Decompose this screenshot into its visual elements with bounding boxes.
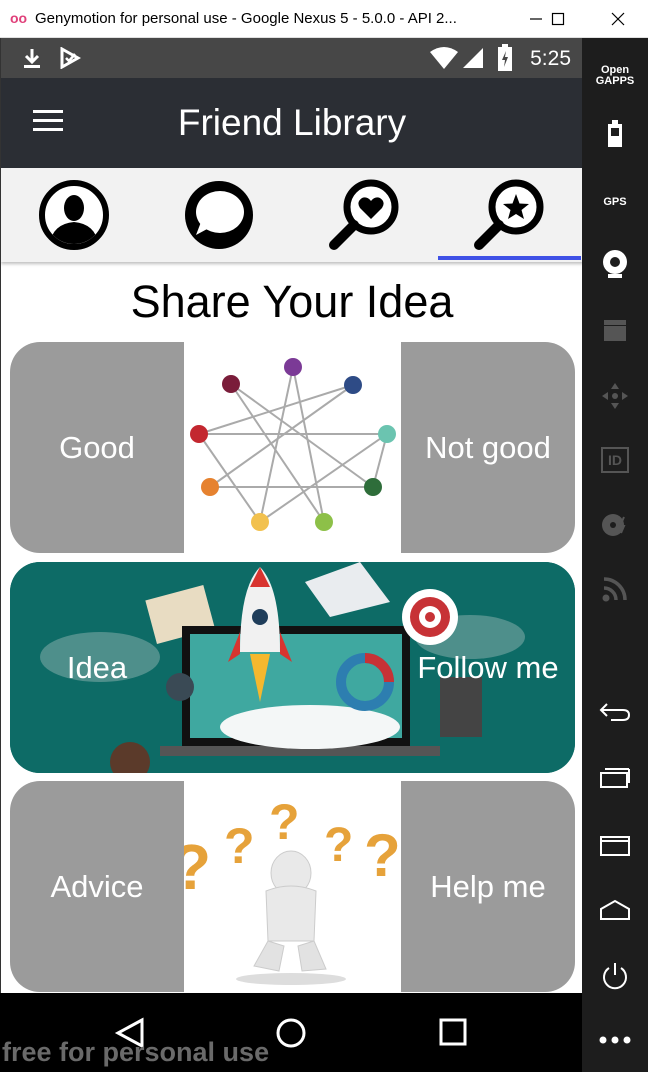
battery-icon [608,120,622,147]
thinking-figure-image: ? ? ? ? ? [172,781,401,992]
close-icon [611,12,625,26]
advice-button[interactable]: Advice [10,781,184,992]
phone-screen: 5:25 Friend Library Share Your Idea Good… [0,38,582,993]
recents-icon[interactable] [438,1017,468,1047]
device-id-button[interactable]: ID [582,440,648,480]
emulator-side-panel: Open GAPPS GPS ID [582,38,648,1072]
idea-button[interactable]: Idea [10,562,184,773]
help-me-button[interactable]: Help me [401,781,575,992]
window-title: Genymotion for personal use - Google Nex… [35,10,457,27]
svg-text:?: ? [184,831,211,903]
signal-icon [463,48,483,68]
side-recents-button[interactable] [582,758,648,798]
download-icon [24,49,40,68]
enneagram-image [184,342,401,553]
home-icon[interactable] [275,1017,307,1049]
clapperboard-icon [604,320,626,341]
gps-icon: GPS [603,196,627,208]
open-gapps-icon: Open GAPPS [595,64,635,87]
person-icon [38,180,109,250]
network-button[interactable] [582,569,648,609]
webcam-button[interactable] [582,244,648,284]
app-title: Friend Library [177,102,407,143]
more-dots-icon [599,1036,631,1044]
tab-search-star[interactable] [436,168,581,262]
screencast-button[interactable] [582,310,648,350]
maximize-button[interactable] [536,3,580,35]
svg-text:?: ? [224,818,255,874]
card-idea-follow: Idea Follow me [10,562,575,773]
svg-text:?: ? [364,822,401,889]
clock: 5:25 [530,47,571,70]
screen: oo Genymotion for personal use - Google … [0,0,648,1072]
side-home-button[interactable] [582,890,648,930]
battery-charging-icon [498,44,512,71]
window-title-bar: oo Genymotion for personal use - Google … [0,0,648,38]
good-button[interactable]: Good [10,342,184,553]
maximize-icon [551,12,565,26]
card-good-notgood: Good Not good [10,342,575,553]
id-icon: ID [601,447,629,473]
card-advice-help: Advice ? ? ? ? ? Help me [10,781,575,992]
gps-button[interactable]: GPS [582,182,648,222]
tab-profile[interactable] [1,168,146,262]
disk-icon [602,514,626,536]
more-button[interactable] [582,1020,648,1060]
play-store-icon [60,47,81,69]
battery-button[interactable] [582,114,648,154]
menu-icon [600,836,630,856]
recent-apps-icon [600,768,630,788]
close-button[interactable] [596,3,640,35]
side-menu-button[interactable] [582,826,648,866]
dpad-icon [602,383,628,409]
tab-search-love[interactable] [291,168,436,262]
svg-text:?: ? [269,794,300,850]
power-button[interactable] [582,956,648,996]
app-bar: Friend Library [1,78,582,168]
tab-bar [1,168,582,262]
tab-chat[interactable] [146,168,291,262]
svg-text:?: ? [324,819,353,872]
webcam-icon [603,250,627,278]
rss-icon [602,577,627,602]
watermark-text: free for personal use [2,1037,270,1067]
open-gapps-button[interactable]: Open GAPPS [582,56,648,96]
not-good-button[interactable]: Not good [401,342,575,553]
disk-io-button[interactable] [582,505,648,545]
home-house-icon [600,899,630,920]
dpad-button[interactable] [582,376,648,416]
genymotion-logo: oo [10,10,28,26]
android-nav-bar: free for personal use [0,993,582,1072]
search-heart-icon [328,179,398,250]
search-star-icon [473,179,543,250]
power-icon [603,963,627,990]
status-bar: 5:25 [1,38,582,78]
back-arrow-icon [599,703,631,721]
wifi-icon [430,47,458,69]
follow-me-button[interactable]: Follow me [401,562,575,773]
chat-bubble-icon [184,181,253,249]
side-back-button[interactable] [582,691,648,731]
page-headline: Share Your Idea [130,276,454,327]
